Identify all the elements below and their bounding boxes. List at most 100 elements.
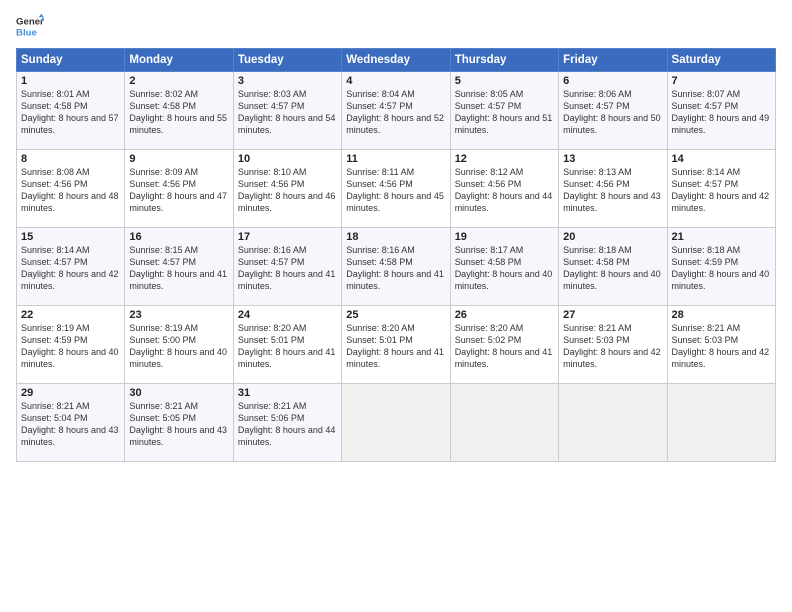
calendar-cell: 2Sunrise: 8:02 AMSunset: 4:58 PMDaylight… (125, 72, 233, 150)
day-number: 12 (455, 153, 554, 165)
cell-info: Sunrise: 8:04 AMSunset: 4:57 PMDaylight:… (346, 89, 444, 135)
day-number: 4 (346, 75, 445, 87)
week-row-4: 22Sunrise: 8:19 AMSunset: 4:59 PMDayligh… (17, 306, 776, 384)
day-header-tuesday: Tuesday (233, 49, 341, 72)
cell-info: Sunrise: 8:05 AMSunset: 4:57 PMDaylight:… (455, 89, 553, 135)
calendar-cell: 4 Sunrise: 8:04 AMSunset: 4:57 PMDaylight… (342, 72, 450, 150)
cell-info: Sunrise: 8:21 AMSunset: 5:03 PMDaylight:… (672, 323, 770, 369)
cell-info: Sunrise: 8:19 AMSunset: 5:00 PMDaylight:… (129, 323, 227, 369)
calendar-cell: 30 Sunrise: 8:21 AMSunset: 5:05 PMDayligh… (125, 384, 233, 462)
week-row-1: 1 Sunrise: 8:01 AMSunset: 4:58 PMDaylight… (17, 72, 776, 150)
calendar-cell: 29 Sunrise: 8:21 AMSunset: 5:04 PMDayligh… (17, 384, 125, 462)
calendar-cell: 20Sunrise: 8:18 AMSunset: 4:58 PMDayligh… (559, 228, 667, 306)
logo-icon: General Blue (16, 12, 44, 40)
calendar-cell: 23 Sunrise: 8:19 AMSunset: 5:00 PMDayligh… (125, 306, 233, 384)
day-header-monday: Monday (125, 49, 233, 72)
day-header-friday: Friday (559, 49, 667, 72)
day-number: 26 (455, 309, 554, 321)
calendar-cell: 24 Sunrise: 8:20 AMSunset: 5:01 PMDayligh… (233, 306, 341, 384)
calendar-cell: 18Sunrise: 8:16 AMSunset: 4:58 PMDayligh… (342, 228, 450, 306)
day-number: 25 (346, 309, 445, 321)
svg-text:Blue: Blue (16, 28, 37, 39)
day-number: 11 (346, 153, 445, 165)
cell-info: Sunrise: 8:20 AMSunset: 5:02 PMDaylight:… (455, 323, 553, 369)
calendar-cell: 7 Sunrise: 8:07 AMSunset: 4:57 PMDaylight… (667, 72, 775, 150)
day-number: 19 (455, 231, 554, 243)
day-number: 6 (563, 75, 662, 87)
cell-info: Sunrise: 8:17 AMSunset: 4:58 PMDaylight:… (455, 245, 553, 291)
day-header-thursday: Thursday (450, 49, 558, 72)
calendar-cell (450, 384, 558, 462)
cell-info: Sunrise: 8:18 AMSunset: 4:59 PMDaylight:… (672, 245, 770, 291)
day-number: 28 (672, 309, 771, 321)
calendar-cell: 28 Sunrise: 8:21 AMSunset: 5:03 PMDayligh… (667, 306, 775, 384)
calendar-cell: 26 Sunrise: 8:20 AMSunset: 5:02 PMDayligh… (450, 306, 558, 384)
cell-info: Sunrise: 8:08 AMSunset: 4:56 PMDaylight:… (21, 167, 119, 213)
day-number: 24 (238, 309, 337, 321)
day-number: 15 (21, 231, 120, 243)
cell-info: Sunrise: 8:12 AMSunset: 4:56 PMDaylight:… (455, 167, 553, 213)
day-number: 16 (129, 231, 228, 243)
calendar-table: SundayMondayTuesdayWednesdayThursdayFrid… (16, 48, 776, 462)
cell-info: Sunrise: 8:21 AMSunset: 5:04 PMDaylight:… (21, 401, 119, 447)
calendar-cell: 12 Sunrise: 8:12 AMSunset: 4:56 PMDayligh… (450, 150, 558, 228)
cell-info: Sunrise: 8:14 AMSunset: 4:57 PMDaylight:… (21, 245, 119, 291)
day-number: 14 (672, 153, 771, 165)
calendar-cell: 25 Sunrise: 8:20 AMSunset: 5:01 PMDayligh… (342, 306, 450, 384)
day-number: 29 (21, 387, 120, 399)
calendar-cell: 13 Sunrise: 8:13 AMSunset: 4:56 PMDayligh… (559, 150, 667, 228)
day-number: 31 (238, 387, 337, 399)
week-row-3: 15 Sunrise: 8:14 AMSunset: 4:57 PMDayligh… (17, 228, 776, 306)
calendar-page: General Blue SundayMondayTuesdayWednesda… (0, 0, 792, 612)
cell-info: Sunrise: 8:18 AMSunset: 4:58 PMDaylight:… (563, 245, 661, 291)
calendar-cell: 14 Sunrise: 8:14 AMSunset: 4:57 PMDayligh… (667, 150, 775, 228)
cell-info: Sunrise: 8:03 AMSunset: 4:57 PMDaylight:… (238, 89, 336, 135)
day-header-wednesday: Wednesday (342, 49, 450, 72)
day-number: 27 (563, 309, 662, 321)
day-number: 23 (129, 309, 228, 321)
calendar-cell: 10 Sunrise: 8:10 AMSunset: 4:56 PMDayligh… (233, 150, 341, 228)
day-number: 1 (21, 75, 120, 87)
days-header-row: SundayMondayTuesdayWednesdayThursdayFrid… (17, 49, 776, 72)
calendar-cell: 11Sunrise: 8:11 AMSunset: 4:56 PMDayligh… (342, 150, 450, 228)
cell-info: Sunrise: 8:21 AMSunset: 5:03 PMDaylight:… (563, 323, 661, 369)
week-row-5: 29 Sunrise: 8:21 AMSunset: 5:04 PMDayligh… (17, 384, 776, 462)
calendar-cell: 1 Sunrise: 8:01 AMSunset: 4:58 PMDaylight… (17, 72, 125, 150)
cell-info: Sunrise: 8:13 AMSunset: 4:56 PMDaylight:… (563, 167, 661, 213)
day-number: 13 (563, 153, 662, 165)
cell-info: Sunrise: 8:20 AMSunset: 5:01 PMDaylight:… (238, 323, 336, 369)
calendar-cell: 22Sunrise: 8:19 AMSunset: 4:59 PMDayligh… (17, 306, 125, 384)
calendar-cell: 31Sunrise: 8:21 AMSunset: 5:06 PMDayligh… (233, 384, 341, 462)
cell-info: Sunrise: 8:21 AMSunset: 5:05 PMDaylight:… (129, 401, 227, 447)
day-number: 17 (238, 231, 337, 243)
day-header-saturday: Saturday (667, 49, 775, 72)
calendar-cell: 9Sunrise: 8:09 AMSunset: 4:56 PMDaylight… (125, 150, 233, 228)
day-number: 5 (455, 75, 554, 87)
day-number: 21 (672, 231, 771, 243)
header: General Blue (16, 12, 776, 40)
calendar-cell: 15 Sunrise: 8:14 AMSunset: 4:57 PMDayligh… (17, 228, 125, 306)
calendar-cell: 27 Sunrise: 8:21 AMSunset: 5:03 PMDayligh… (559, 306, 667, 384)
cell-info: Sunrise: 8:10 AMSunset: 4:56 PMDaylight:… (238, 167, 336, 213)
calendar-cell: 17Sunrise: 8:16 AMSunset: 4:57 PMDayligh… (233, 228, 341, 306)
day-number: 8 (21, 153, 120, 165)
calendar-cell: 3Sunrise: 8:03 AMSunset: 4:57 PMDaylight… (233, 72, 341, 150)
calendar-body: 1 Sunrise: 8:01 AMSunset: 4:58 PMDaylight… (17, 72, 776, 462)
cell-info: Sunrise: 8:01 AMSunset: 4:58 PMDaylight:… (21, 89, 119, 135)
cell-info: Sunrise: 8:06 AMSunset: 4:57 PMDaylight:… (563, 89, 661, 135)
day-number: 30 (129, 387, 228, 399)
cell-info: Sunrise: 8:09 AMSunset: 4:56 PMDaylight:… (129, 167, 227, 213)
day-number: 10 (238, 153, 337, 165)
calendar-cell (559, 384, 667, 462)
logo: General Blue (16, 12, 44, 40)
day-number: 22 (21, 309, 120, 321)
cell-info: Sunrise: 8:07 AMSunset: 4:57 PMDaylight:… (672, 89, 770, 135)
day-number: 7 (672, 75, 771, 87)
calendar-cell: 5 Sunrise: 8:05 AMSunset: 4:57 PMDaylight… (450, 72, 558, 150)
calendar-cell: 16Sunrise: 8:15 AMSunset: 4:57 PMDayligh… (125, 228, 233, 306)
cell-info: Sunrise: 8:20 AMSunset: 5:01 PMDaylight:… (346, 323, 444, 369)
cell-info: Sunrise: 8:16 AMSunset: 4:58 PMDaylight:… (346, 245, 444, 291)
day-number: 2 (129, 75, 228, 87)
cell-info: Sunrise: 8:14 AMSunset: 4:57 PMDaylight:… (672, 167, 770, 213)
svg-text:General: General (16, 16, 44, 27)
